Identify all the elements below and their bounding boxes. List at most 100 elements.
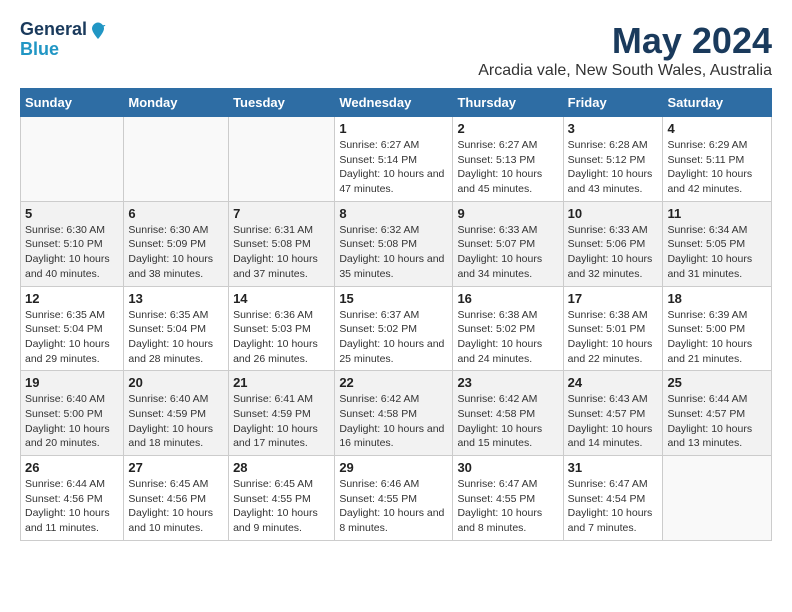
calendar-cell: 8Sunrise: 6:32 AM Sunset: 5:08 PM Daylig… bbox=[335, 201, 453, 286]
calendar-cell: 29 Sunrise: 6:46 AM Sunset: 4:55 PM Dayli… bbox=[335, 456, 453, 541]
day-info: Sunrise: 6:39 AM Sunset: 5:00 PM Dayligh… bbox=[667, 308, 767, 367]
day-number: 21 bbox=[233, 375, 330, 390]
subtitle: Arcadia vale, New South Wales, Australia bbox=[478, 62, 772, 80]
column-header-monday: Monday bbox=[124, 89, 229, 117]
day-number: 4 bbox=[667, 121, 767, 136]
main-title: May 2024 bbox=[478, 20, 772, 62]
day-number: 23 bbox=[457, 375, 558, 390]
calendar-cell bbox=[124, 117, 229, 202]
day-number: 18 bbox=[667, 291, 767, 306]
calendar-cell bbox=[21, 117, 124, 202]
calendar-cell: 22Sunrise: 6:42 AM Sunset: 4:58 PM Dayli… bbox=[335, 371, 453, 456]
calendar-cell: 31 Sunrise: 6:47 AM Sunset: 4:54 PM Dayli… bbox=[563, 456, 663, 541]
calendar-cell: 27 Sunrise: 6:45 AM Sunset: 4:56 PM Dayli… bbox=[124, 456, 229, 541]
day-number: 27 bbox=[128, 460, 224, 475]
calendar-cell: 12 Sunrise: 6:35 AM Sunset: 5:04 PM Dayli… bbox=[21, 286, 124, 371]
calendar-cell: 30 Sunrise: 6:47 AM Sunset: 4:55 PM Dayli… bbox=[453, 456, 563, 541]
column-header-tuesday: Tuesday bbox=[229, 89, 335, 117]
calendar-cell bbox=[229, 117, 335, 202]
day-info: Sunrise: 6:28 AM Sunset: 5:12 PM Dayligh… bbox=[568, 138, 659, 197]
day-number: 3 bbox=[568, 121, 659, 136]
column-header-sunday: Sunday bbox=[21, 89, 124, 117]
day-info: Sunrise: 6:30 AM Sunset: 5:09 PM Dayligh… bbox=[128, 223, 224, 282]
day-info: Sunrise: 6:40 AM Sunset: 4:59 PM Dayligh… bbox=[128, 392, 224, 451]
day-info: Sunrise: 6:38 AM Sunset: 5:02 PM Dayligh… bbox=[457, 308, 558, 367]
day-info: Sunrise: 6:29 AM Sunset: 5:11 PM Dayligh… bbox=[667, 138, 767, 197]
calendar-cell: 16 Sunrise: 6:38 AM Sunset: 5:02 PM Dayli… bbox=[453, 286, 563, 371]
title-area: May 2024 Arcadia vale, New South Wales, … bbox=[478, 20, 772, 80]
calendar-week-5: 26Sunrise: 6:44 AM Sunset: 4:56 PM Dayli… bbox=[21, 456, 772, 541]
day-number: 14 bbox=[233, 291, 330, 306]
day-info: Sunrise: 6:38 AM Sunset: 5:01 PM Dayligh… bbox=[568, 308, 659, 367]
calendar-cell: 1Sunrise: 6:27 AM Sunset: 5:14 PM Daylig… bbox=[335, 117, 453, 202]
calendar-cell: 28Sunrise: 6:45 AM Sunset: 4:55 PM Dayli… bbox=[229, 456, 335, 541]
calendar-cell: 21Sunrise: 6:41 AM Sunset: 4:59 PM Dayli… bbox=[229, 371, 335, 456]
day-info: Sunrise: 6:35 AM Sunset: 5:04 PM Dayligh… bbox=[25, 308, 119, 367]
day-number: 31 bbox=[568, 460, 659, 475]
day-number: 25 bbox=[667, 375, 767, 390]
calendar-cell: 4 Sunrise: 6:29 AM Sunset: 5:11 PM Daylig… bbox=[663, 117, 772, 202]
calendar-week-1: 1Sunrise: 6:27 AM Sunset: 5:14 PM Daylig… bbox=[21, 117, 772, 202]
calendar-cell: 11 Sunrise: 6:34 AM Sunset: 5:05 PM Dayli… bbox=[663, 201, 772, 286]
day-info: Sunrise: 6:43 AM Sunset: 4:57 PM Dayligh… bbox=[568, 392, 659, 451]
calendar-body: 1Sunrise: 6:27 AM Sunset: 5:14 PM Daylig… bbox=[21, 117, 772, 541]
day-info: Sunrise: 6:45 AM Sunset: 4:56 PM Dayligh… bbox=[128, 477, 224, 536]
day-number: 7 bbox=[233, 206, 330, 221]
calendar-cell: 19 Sunrise: 6:40 AM Sunset: 5:00 PM Dayli… bbox=[21, 371, 124, 456]
day-info: Sunrise: 6:47 AM Sunset: 4:54 PM Dayligh… bbox=[568, 477, 659, 536]
day-number: 29 bbox=[339, 460, 448, 475]
calendar-cell: 18 Sunrise: 6:39 AM Sunset: 5:00 PM Dayli… bbox=[663, 286, 772, 371]
calendar-cell: 26Sunrise: 6:44 AM Sunset: 4:56 PM Dayli… bbox=[21, 456, 124, 541]
day-number: 12 bbox=[25, 291, 119, 306]
day-info: Sunrise: 6:33 AM Sunset: 5:06 PM Dayligh… bbox=[568, 223, 659, 282]
calendar-table: SundayMondayTuesdayWednesdayThursdayFrid… bbox=[20, 88, 772, 541]
day-number: 10 bbox=[568, 206, 659, 221]
column-header-thursday: Thursday bbox=[453, 89, 563, 117]
day-number: 20 bbox=[128, 375, 224, 390]
page-header: General Blue May 2024 Arcadia vale, New … bbox=[20, 20, 772, 80]
day-info: Sunrise: 6:40 AM Sunset: 5:00 PM Dayligh… bbox=[25, 392, 119, 451]
day-info: Sunrise: 6:44 AM Sunset: 4:57 PM Dayligh… bbox=[667, 392, 767, 451]
day-number: 5 bbox=[25, 206, 119, 221]
logo-line2: Blue bbox=[20, 40, 107, 60]
calendar-header-row: SundayMondayTuesdayWednesdayThursdayFrid… bbox=[21, 89, 772, 117]
day-number: 11 bbox=[667, 206, 767, 221]
day-info: Sunrise: 6:47 AM Sunset: 4:55 PM Dayligh… bbox=[457, 477, 558, 536]
day-info: Sunrise: 6:37 AM Sunset: 5:02 PM Dayligh… bbox=[339, 308, 448, 367]
calendar-cell: 7 Sunrise: 6:31 AM Sunset: 5:08 PM Daylig… bbox=[229, 201, 335, 286]
day-info: Sunrise: 6:31 AM Sunset: 5:08 PM Dayligh… bbox=[233, 223, 330, 282]
day-info: Sunrise: 6:34 AM Sunset: 5:05 PM Dayligh… bbox=[667, 223, 767, 282]
day-number: 30 bbox=[457, 460, 558, 475]
day-number: 15 bbox=[339, 291, 448, 306]
day-info: Sunrise: 6:33 AM Sunset: 5:07 PM Dayligh… bbox=[457, 223, 558, 282]
column-header-wednesday: Wednesday bbox=[335, 89, 453, 117]
calendar-cell: 6 Sunrise: 6:30 AM Sunset: 5:09 PM Daylig… bbox=[124, 201, 229, 286]
day-number: 17 bbox=[568, 291, 659, 306]
day-number: 24 bbox=[568, 375, 659, 390]
column-header-friday: Friday bbox=[563, 89, 663, 117]
day-number: 6 bbox=[128, 206, 224, 221]
logo-line1: General bbox=[20, 20, 87, 40]
calendar-cell: 2 Sunrise: 6:27 AM Sunset: 5:13 PM Daylig… bbox=[453, 117, 563, 202]
calendar-cell: 15 Sunrise: 6:37 AM Sunset: 5:02 PM Dayli… bbox=[335, 286, 453, 371]
day-number: 13 bbox=[128, 291, 224, 306]
day-info: Sunrise: 6:32 AM Sunset: 5:08 PM Dayligh… bbox=[339, 223, 448, 282]
calendar-cell: 3 Sunrise: 6:28 AM Sunset: 5:12 PM Daylig… bbox=[563, 117, 663, 202]
logo: General Blue bbox=[20, 20, 107, 60]
day-info: Sunrise: 6:44 AM Sunset: 4:56 PM Dayligh… bbox=[25, 477, 119, 536]
day-number: 19 bbox=[25, 375, 119, 390]
day-number: 9 bbox=[457, 206, 558, 221]
calendar-week-2: 5Sunrise: 6:30 AM Sunset: 5:10 PM Daylig… bbox=[21, 201, 772, 286]
day-number: 16 bbox=[457, 291, 558, 306]
day-number: 2 bbox=[457, 121, 558, 136]
calendar-cell: 17 Sunrise: 6:38 AM Sunset: 5:01 PM Dayli… bbox=[563, 286, 663, 371]
day-info: Sunrise: 6:27 AM Sunset: 5:13 PM Dayligh… bbox=[457, 138, 558, 197]
day-info: Sunrise: 6:42 AM Sunset: 4:58 PM Dayligh… bbox=[339, 392, 448, 451]
calendar-cell: 10 Sunrise: 6:33 AM Sunset: 5:06 PM Dayli… bbox=[563, 201, 663, 286]
calendar-cell: 5Sunrise: 6:30 AM Sunset: 5:10 PM Daylig… bbox=[21, 201, 124, 286]
day-info: Sunrise: 6:46 AM Sunset: 4:55 PM Dayligh… bbox=[339, 477, 448, 536]
calendar-cell: 24 Sunrise: 6:43 AM Sunset: 4:57 PM Dayli… bbox=[563, 371, 663, 456]
calendar-cell: 13 Sunrise: 6:35 AM Sunset: 5:04 PM Dayli… bbox=[124, 286, 229, 371]
logo-text: General Blue bbox=[20, 20, 107, 60]
day-info: Sunrise: 6:35 AM Sunset: 5:04 PM Dayligh… bbox=[128, 308, 224, 367]
